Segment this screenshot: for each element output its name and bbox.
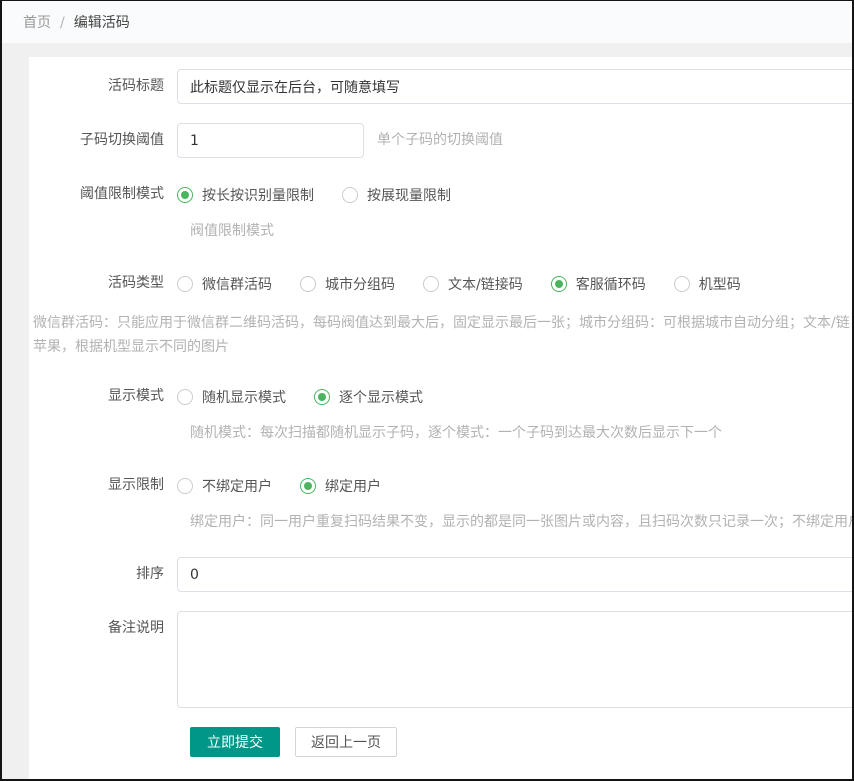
radio-unchecked-icon xyxy=(300,276,316,292)
code-type-hint: 微信群活码：只能应用于微信群二维码活码，每码阀值达到最大后，固定显示最后一张；城… xyxy=(29,311,854,359)
radio-unchecked-icon xyxy=(674,276,690,292)
threshold-mode-radio-group: 按长按识别量限制 按展现量限制 xyxy=(177,177,479,212)
radio-label: 机型码 xyxy=(699,274,741,294)
radio-label: 不绑定用户 xyxy=(202,476,272,496)
breadcrumb-current: 编辑活码 xyxy=(74,15,130,31)
field-threshold-row: 子码切换阈值 单个子码的切换阈值 xyxy=(29,123,854,158)
radio-label: 按展现量限制 xyxy=(367,185,451,205)
threshold-mode-hint: 阀值限制模式 xyxy=(190,222,854,240)
back-button[interactable]: 返回上一页 xyxy=(295,727,397,757)
field-sort-row: 排序 xyxy=(29,557,854,592)
sort-input[interactable] xyxy=(177,557,854,592)
breadcrumb-bar: 首页 / 编辑活码 xyxy=(2,1,852,43)
radio-unchecked-icon xyxy=(423,276,439,292)
threshold-label: 子码切换阈值 xyxy=(29,123,177,158)
breadcrumb-home[interactable]: 首页 xyxy=(23,15,51,31)
radio-label: 逐个显示模式 xyxy=(339,387,423,407)
breadcrumb: 首页 / 编辑活码 xyxy=(23,12,130,32)
form-panel: 活码标题 子码切换阈值 单个子码的切换阈值 阈值限制模式 按长按识别量限制 按展… xyxy=(29,57,854,780)
code-type-radio-group: 微信群活码 城市分组码 文本/链接码 客服循环码 机型码 xyxy=(177,266,769,301)
radio-unchecked-icon xyxy=(177,478,193,494)
radio-device-model-code[interactable]: 机型码 xyxy=(674,274,741,294)
radio-label: 文本/链接码 xyxy=(448,274,523,294)
code-type-hint-line1: 微信群活码：只能应用于微信群二维码活码，每码阀值达到最大后，固定显示最后一张；城… xyxy=(33,311,854,335)
radio-dot-icon xyxy=(304,482,312,490)
field-remark-row: 备注说明 xyxy=(29,611,854,708)
radio-checked-icon xyxy=(300,478,316,494)
sort-label: 排序 xyxy=(29,557,177,592)
radio-text-link-code[interactable]: 文本/链接码 xyxy=(423,274,523,294)
radio-dot-icon xyxy=(555,280,563,288)
display-limit-hint: 绑定用户：同一用户重复扫码结果不变，显示的都是同一张图片或内容，且扫码次数只记录… xyxy=(190,513,854,531)
display-limit-radio-group: 不绑定用户 绑定用户 xyxy=(177,468,409,503)
title-input[interactable] xyxy=(177,69,854,104)
threshold-mode-label: 阈值限制模式 xyxy=(29,177,177,212)
display-mode-radio-group: 随机显示模式 逐个显示模式 xyxy=(177,379,451,414)
radio-dot-icon xyxy=(318,393,326,401)
radio-bind-user[interactable]: 绑定用户 xyxy=(300,476,381,496)
radio-label: 随机显示模式 xyxy=(202,387,286,407)
radio-unchecked-icon xyxy=(177,276,193,292)
form-actions: 立即提交 返回上一页 xyxy=(190,727,854,757)
radio-unchecked-icon xyxy=(342,187,358,203)
remark-label: 备注说明 xyxy=(29,611,177,646)
field-display-mode-row: 显示模式 随机显示模式 逐个显示模式 xyxy=(29,379,854,414)
submit-button[interactable]: 立即提交 xyxy=(190,727,280,757)
radio-checked-icon xyxy=(314,389,330,405)
field-code-type-row: 活码类型 微信群活码 城市分组码 文本/链接码 客服循环码 xyxy=(29,266,854,301)
threshold-input[interactable] xyxy=(177,123,364,158)
radio-random-display[interactable]: 随机显示模式 xyxy=(177,387,286,407)
radio-label: 客服循环码 xyxy=(576,274,646,294)
radio-city-group-code[interactable]: 城市分组码 xyxy=(300,274,395,294)
app-window: 首页 / 编辑活码 活码标题 子码切换阈值 单个子码的切换阈值 阈值限制模式 按长按… xyxy=(0,0,854,781)
display-mode-hint: 随机模式：每次扫描都随机显示子码，逐个模式：一个子码到达最大次数后显示下一个 xyxy=(190,424,854,442)
radio-wechat-group-code[interactable]: 微信群活码 xyxy=(177,274,272,294)
display-limit-label: 显示限制 xyxy=(29,468,177,503)
radio-label: 绑定用户 xyxy=(325,476,381,496)
code-type-hint-line2: 苹果，根据机型显示不同的图片 xyxy=(33,335,854,359)
code-type-label: 活码类型 xyxy=(29,266,177,301)
radio-sequential-display[interactable]: 逐个显示模式 xyxy=(314,387,423,407)
threshold-hint: 单个子码的切换阈值 xyxy=(377,123,503,158)
title-label: 活码标题 xyxy=(29,69,177,104)
radio-label: 微信群活码 xyxy=(202,274,272,294)
radio-dot-icon xyxy=(181,191,189,199)
radio-label: 城市分组码 xyxy=(325,274,395,294)
field-threshold-mode-row: 阈值限制模式 按长按识别量限制 按展现量限制 xyxy=(29,177,854,212)
radio-service-loop-code[interactable]: 客服循环码 xyxy=(551,274,646,294)
radio-unchecked-icon xyxy=(177,389,193,405)
field-title-row: 活码标题 xyxy=(29,69,854,104)
radio-checked-icon xyxy=(551,276,567,292)
radio-limit-by-longpress[interactable]: 按长按识别量限制 xyxy=(177,185,314,205)
field-display-limit-row: 显示限制 不绑定用户 绑定用户 xyxy=(29,468,854,503)
radio-label: 按长按识别量限制 xyxy=(202,185,314,205)
radio-limit-by-impression[interactable]: 按展现量限制 xyxy=(342,185,451,205)
radio-unbind-user[interactable]: 不绑定用户 xyxy=(177,476,272,496)
display-mode-label: 显示模式 xyxy=(29,379,177,414)
breadcrumb-separator: / xyxy=(60,15,65,31)
radio-checked-icon xyxy=(177,187,193,203)
remark-textarea[interactable] xyxy=(177,611,854,708)
